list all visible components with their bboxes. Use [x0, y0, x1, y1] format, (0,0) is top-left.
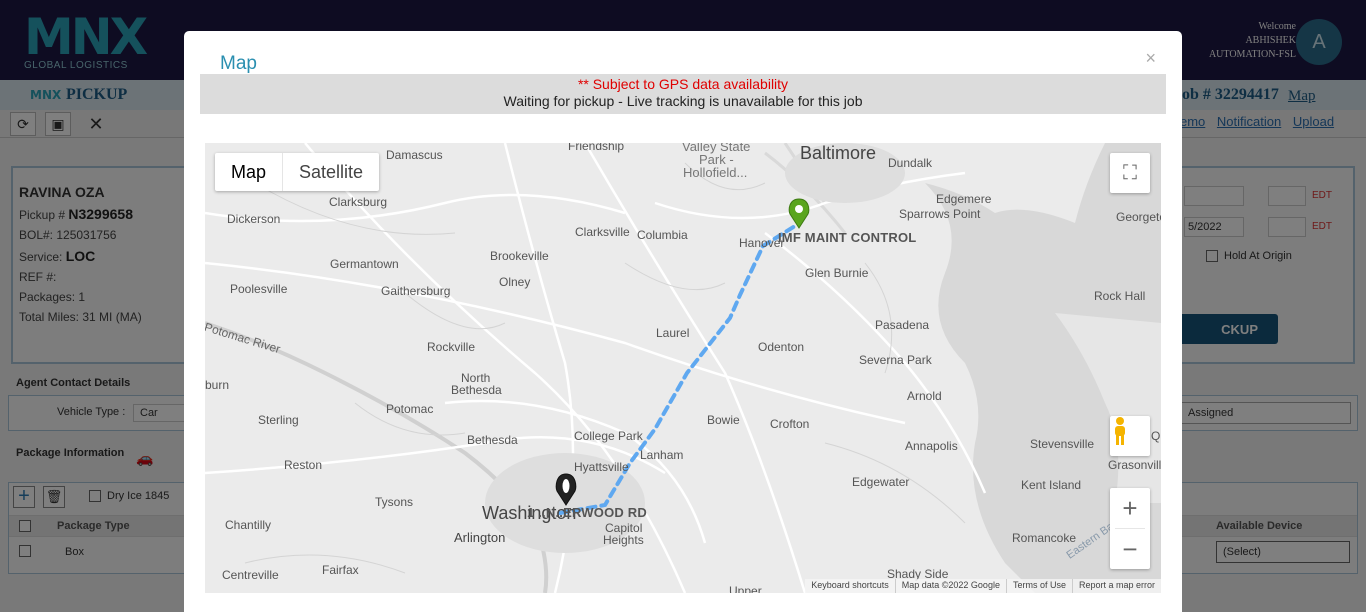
modal-close-button[interactable]: × [1145, 48, 1156, 69]
map-label-sparrows-point: Sparrows Point [899, 207, 981, 221]
zoom-control: + − [1110, 488, 1150, 569]
map-label-friendship: Friendship [568, 143, 625, 153]
map-label-rock-hall: Rock Hall [1094, 289, 1146, 303]
map-label-burn: burn [205, 378, 230, 392]
map-label-dickerson: Dickerson [227, 212, 281, 226]
tracking-notice: ** Subject to GPS data availability Wait… [200, 74, 1166, 114]
map-type-control: Map Satellite [215, 153, 380, 191]
map-label-bethesda: Bethesda [467, 433, 518, 447]
report-error-link[interactable]: Report a map error [1071, 579, 1161, 593]
map-label-north-bethesda-2: Bethesda [451, 383, 502, 397]
map-label-stevensville: Stevensville [1030, 437, 1095, 451]
map-label-edgewater: Edgewater [852, 475, 910, 489]
map-data-text: Map data ©2022 Google [894, 579, 1006, 593]
map-label-rockville: Rockville [427, 340, 476, 354]
map-canvas[interactable]: Baltimore Washington Damascus Friendship… [205, 143, 1161, 593]
origin-label: 1 ..N..ERWOOD RD [527, 505, 647, 520]
map-label-centreville: Centreville [222, 568, 279, 582]
fullscreen-icon: ⛶ [1123, 161, 1137, 184]
map-label-fairfax: Fairfax [322, 563, 359, 577]
map-label-que: Que [1151, 429, 1161, 443]
map-label-germantown: Germantown [330, 257, 399, 271]
destination-pin-icon[interactable] [788, 198, 810, 229]
map-label-college-park: College Park [574, 429, 643, 443]
map-label-dundalk: Dundalk [888, 156, 933, 170]
map-label-reston: Reston [284, 458, 323, 472]
map-label-brookeville: Brookeville [490, 249, 549, 263]
map-label-columbia: Columbia [637, 228, 688, 242]
map-label-georgetown: Georgeto [1116, 210, 1161, 224]
gps-notice: ** Subject to GPS data availability [577, 76, 789, 92]
map-label-hyattsville: Hyattsville [574, 460, 629, 474]
zoom-in-button[interactable]: + [1110, 488, 1150, 528]
modal-title: Map [220, 53, 257, 74]
map-attribution: Keyboard shortcuts Map data ©2022 Google… [805, 579, 1161, 593]
map-label-clarksville: Clarksville [575, 225, 630, 239]
map-label-kent-island: Kent Island [1021, 478, 1082, 492]
map-type-satellite-button[interactable]: Satellite [283, 153, 379, 191]
map-label-annapolis: Annapolis [905, 439, 958, 453]
map-label-olney: Olney [499, 275, 531, 289]
map-label-arlington: Arlington [454, 530, 506, 545]
street-view-pegman[interactable] [1110, 416, 1150, 456]
map-type-map-button[interactable]: Map [215, 153, 284, 191]
map-label-clarksburg: Clarksburg [329, 195, 388, 209]
map-label-bowie: Bowie [707, 413, 740, 427]
map-modal: Map × ** Subject to GPS data availabilit… [184, 31, 1182, 612]
map-label-tysons: Tysons [375, 495, 414, 509]
keyboard-shortcuts-link[interactable]: Keyboard shortcuts [805, 579, 895, 593]
map-label-potomac: Potomac [386, 402, 434, 416]
map-label-crofton: Crofton [770, 417, 810, 431]
map-label-damascus: Damascus [386, 148, 443, 162]
map-graphics [205, 143, 1161, 593]
map-label-baltimore: Baltimore [800, 143, 877, 163]
map-label-lanham: Lanham [640, 448, 684, 462]
terms-link[interactable]: Terms of Use [1005, 579, 1072, 593]
tracking-status: Waiting for pickup - Live tracking is un… [503, 93, 863, 109]
map-label-severna-park: Severna Park [859, 353, 932, 367]
map-label-gaithersburg: Gaithersburg [381, 284, 451, 298]
map-label-edgemere: Edgemere [936, 192, 992, 206]
map-label-grasonville: Grasonville [1108, 458, 1161, 472]
fullscreen-button[interactable]: ⛶ [1110, 153, 1150, 193]
map-label-romancoke: Romancoke [1012, 531, 1077, 545]
pegman-icon [1115, 417, 1125, 445]
map-label-poolesville: Poolesville [230, 282, 288, 296]
map-label-odenton: Odenton [758, 340, 805, 354]
map-label-arnold: Arnold [907, 389, 942, 403]
map-label-laurel: Laurel [656, 326, 690, 340]
map-label-hollofield: Hollofield... [683, 165, 748, 180]
zoom-out-button[interactable]: − [1110, 529, 1150, 569]
map-label-upper: Upper [729, 584, 762, 593]
map-label-chantilly: Chantilly [225, 518, 272, 532]
map-label-glen-burnie: Glen Burnie [805, 266, 869, 280]
map-label-heights: Heights [603, 533, 644, 547]
map-label-pasadena: Pasadena [875, 318, 930, 332]
destination-label: IMF MAINT CONTROL [778, 230, 917, 245]
map-label-sterling: Sterling [258, 413, 299, 427]
